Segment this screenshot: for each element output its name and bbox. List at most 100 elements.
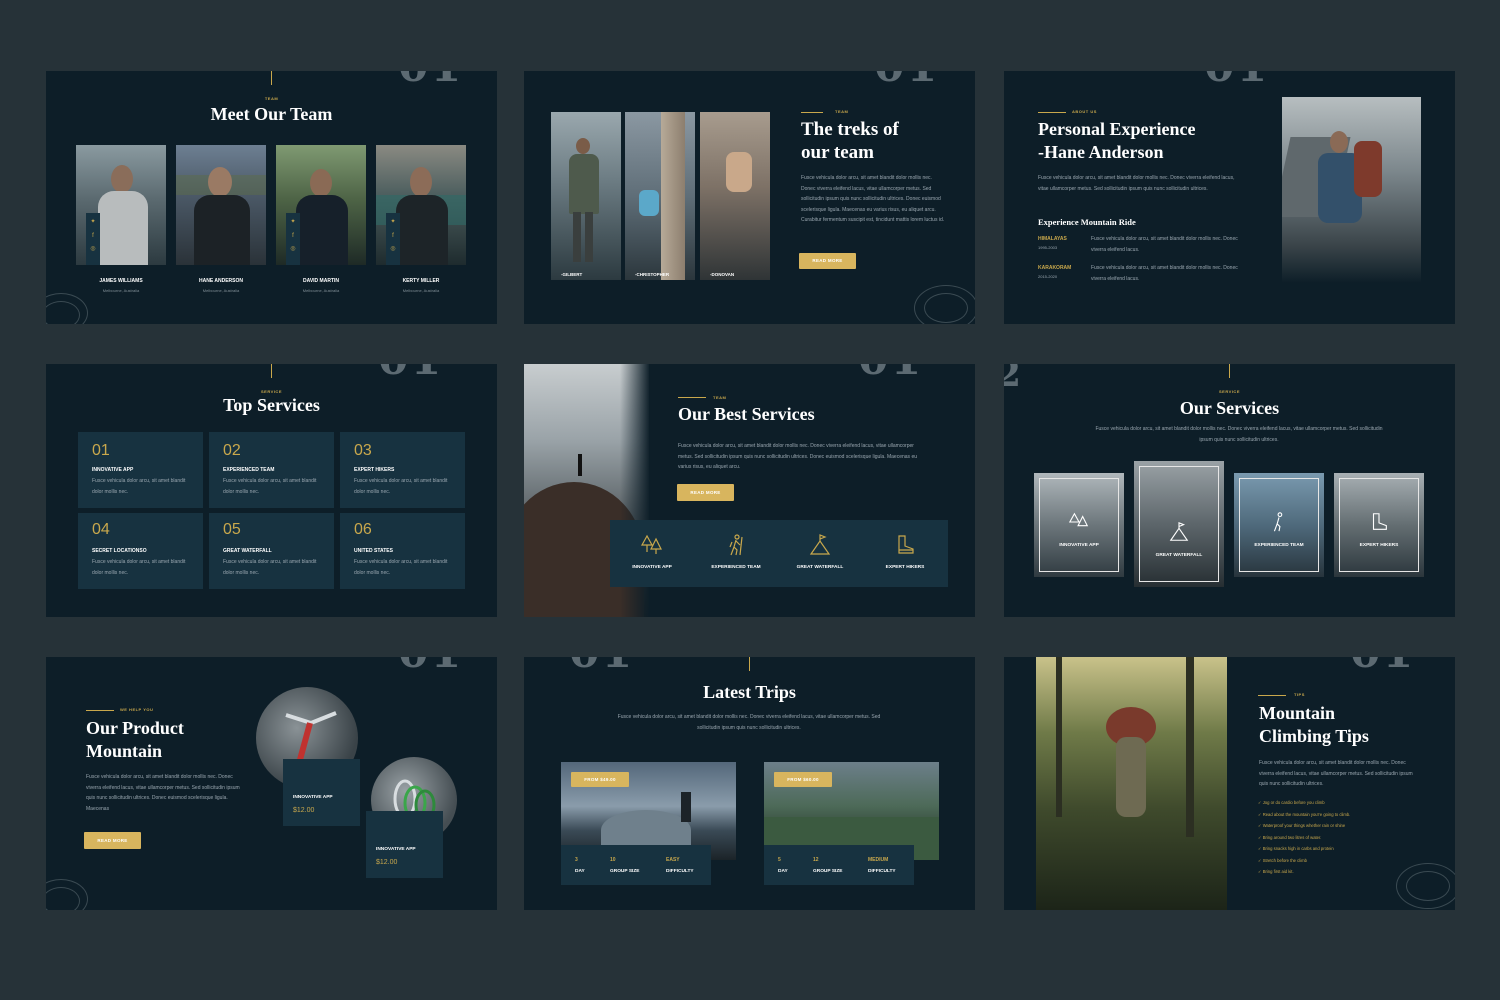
trek-caption: -CHRISTOPHER	[635, 272, 670, 277]
slide-number: 01	[569, 657, 634, 675]
service-photo-card[interactable]: GREAT WATERFALL	[1134, 461, 1224, 587]
instagram-icon[interactable]: ◎	[386, 245, 400, 252]
divider	[678, 397, 706, 398]
read-more-button[interactable]: READ MORE	[677, 484, 734, 501]
stat-value: EASY	[666, 857, 680, 863]
slide-number: 01	[1350, 657, 1415, 675]
service-card[interactable]: 06 UNITED STATES Fusce vehicula dolor ar…	[340, 513, 465, 589]
social-bar: ✦ f ◎	[86, 213, 100, 265]
service-number: 02	[223, 442, 241, 459]
section-tag: TIPS	[1294, 692, 1305, 697]
slide-number: 01	[858, 364, 923, 382]
divider	[271, 71, 272, 85]
twitter-icon[interactable]: ✦	[386, 218, 400, 225]
feature-item[interactable]: EXPERIENCED TEAM	[694, 520, 778, 587]
product-price: $12.00	[293, 807, 315, 814]
service-text: Fusce vehicula dolor arcu, sit amet blan…	[92, 478, 186, 495]
divider	[1038, 112, 1066, 113]
service-card[interactable]: 05 GREAT WATERFALL Fusce vehicula dolor …	[209, 513, 334, 589]
slide-title: The treks of	[801, 119, 899, 140]
facebook-icon[interactable]: f	[86, 233, 100, 239]
service-card[interactable]: 01 INNOVATIVE APP Fusce vehicula dolor a…	[78, 432, 203, 508]
boot-icon	[1372, 513, 1387, 530]
facebook-icon[interactable]: f	[286, 233, 300, 239]
slide-number: 01	[378, 364, 443, 382]
stat-value: 12	[813, 857, 819, 863]
tip-text: Waterproof your things whether rain or s…	[1262, 823, 1346, 828]
slide-our-services[interactable]: 2 SERVICE Our Services Fusce vehicula do…	[1004, 364, 1455, 617]
ride-place: KARAKORAM	[1038, 265, 1072, 271]
service-card[interactable]: 02 EXPERIENCED TEAM Fusce vehicula dolor…	[209, 432, 334, 508]
instagram-icon[interactable]: ◎	[286, 245, 300, 252]
service-photo-card[interactable]: INNOVATIVE APP	[1034, 473, 1124, 577]
check-icon: ✓	[1258, 823, 1262, 828]
member-location: Melbourne, Australia	[202, 288, 240, 293]
service-number: 04	[92, 521, 110, 538]
slide-treks[interactable]: 01 -GILBERT -CHRISTOPHER -DONOVAN TEAM T…	[524, 71, 975, 324]
twitter-icon[interactable]: ✦	[86, 218, 100, 225]
body-text: Fusce vehicula dolor arcu, sit amet blan…	[1095, 426, 1383, 443]
product-card[interactable]: INNOVATIVE APP $12.00	[366, 811, 443, 878]
feature-label: EXPERT HIKERS	[885, 565, 925, 570]
topo-decoration	[924, 293, 968, 323]
service-card[interactable]: 04 SECRET LOCATIONSO Fusce vehicula dolo…	[78, 513, 203, 589]
trek-photo-3	[700, 112, 770, 280]
read-more-button[interactable]: READ MORE	[799, 253, 856, 269]
price-badge[interactable]: FROM $49.00	[571, 772, 629, 787]
slide-personal-experience[interactable]: 01 ABOUT US Personal Experience -Hane An…	[1004, 71, 1455, 324]
slide-product[interactable]: 01 WE HELP YOU Our Product Mountain Fusc…	[46, 657, 497, 910]
feature-item[interactable]: GREAT WATERFALL	[778, 520, 862, 587]
ride-years: 1995-2003	[1038, 245, 1058, 250]
trees-icon	[640, 534, 662, 554]
feature-item[interactable]: INNOVATIVE APP	[610, 520, 694, 587]
service-photo-card[interactable]: EXPERIENCED TEAM	[1234, 473, 1324, 577]
card-label: EXPERT HIKERS	[1359, 543, 1399, 548]
tip-text: Read about the mountain you're going to …	[1262, 811, 1351, 817]
body-text: Fusce vehicula dolor arcu, sit amet blan…	[617, 714, 881, 731]
slide-climbing-tips[interactable]: 01 TIPS Mountain Climbing Tips Fusce veh…	[1004, 657, 1455, 910]
instagram-icon[interactable]: ◎	[86, 245, 100, 252]
member-name: KERTY MILLER	[402, 278, 440, 284]
ride-text: Fusce vehicula dolor arcu, sit amet blan…	[1091, 236, 1238, 253]
read-more-button[interactable]: READ MORE	[84, 832, 141, 849]
slide-top-services[interactable]: 01 SERVICE Top Services 01 INNOVATIVE AP…	[46, 364, 497, 617]
tip-text: Stretch before the climb	[1262, 857, 1307, 863]
slide-number: 01	[1204, 71, 1269, 89]
divider	[1258, 695, 1286, 696]
stat-value: 10	[610, 857, 616, 863]
product-card[interactable]: INNOVATIVE APP $12.00	[283, 759, 360, 826]
slide-best-services[interactable]: 01 TEAM Our Best Services Fusce vehicula…	[524, 364, 975, 617]
feature-label: GREAT WATERFALL	[796, 565, 844, 570]
price-badge[interactable]: FROM $60.00	[774, 772, 832, 787]
stat-value: MEDIUM	[868, 857, 889, 863]
feature-item[interactable]: EXPERT HIKERS	[862, 520, 948, 587]
feature-label: INNOVATIVE APP	[632, 565, 672, 570]
slide-title: Our Product	[86, 718, 184, 738]
facebook-icon[interactable]: f	[386, 233, 400, 239]
subheading: Experience Mountain Ride	[1038, 217, 1136, 227]
stat-label: GROUP SIZE	[610, 869, 640, 874]
slide-title: Top Services	[223, 395, 320, 415]
section-tag: WE HELP YOU	[120, 707, 154, 712]
slide-latest-trips[interactable]: 01 Latest Trips Fusce vehicula dolor arc…	[524, 657, 975, 910]
section-tag: ABOUT US	[1072, 109, 1097, 114]
check-icon: ✓	[1258, 834, 1262, 840]
body-text: Fusce vehicula dolor arcu, sit amet blan…	[1038, 175, 1235, 192]
tip-item: ✓ Jog or do cardio before you climb	[1258, 797, 1438, 809]
card-label: INNOVATIVE APP	[1059, 543, 1099, 548]
twitter-icon[interactable]: ✦	[286, 218, 300, 225]
social-bar: ✦ f ◎	[386, 213, 400, 265]
service-photo-card[interactable]: EXPERT HIKERS	[1334, 473, 1424, 577]
tip-text: Bring around two litres of water.	[1262, 834, 1322, 840]
tip-item: ✓ Waterproof your things whether rain or…	[1258, 820, 1438, 832]
service-title: EXPERT HIKERS	[354, 467, 395, 473]
tip-item: ✓ Bring snacks high in carbs and protein	[1258, 843, 1438, 855]
service-text: Fusce vehicula dolor arcu, sit amet blan…	[354, 478, 448, 495]
service-card[interactable]: 03 EXPERT HIKERS Fusce vehicula dolor ar…	[340, 432, 465, 508]
divider	[271, 364, 272, 378]
slide-title: Mountain	[1259, 703, 1336, 723]
divider	[86, 710, 114, 711]
service-number: 06	[354, 521, 372, 538]
slide-meet-our-team[interactable]: 01 TEAM Meet Our Team ✦ f ◎ JAMES WILLIA…	[46, 71, 497, 324]
team-photo-2	[176, 145, 266, 265]
